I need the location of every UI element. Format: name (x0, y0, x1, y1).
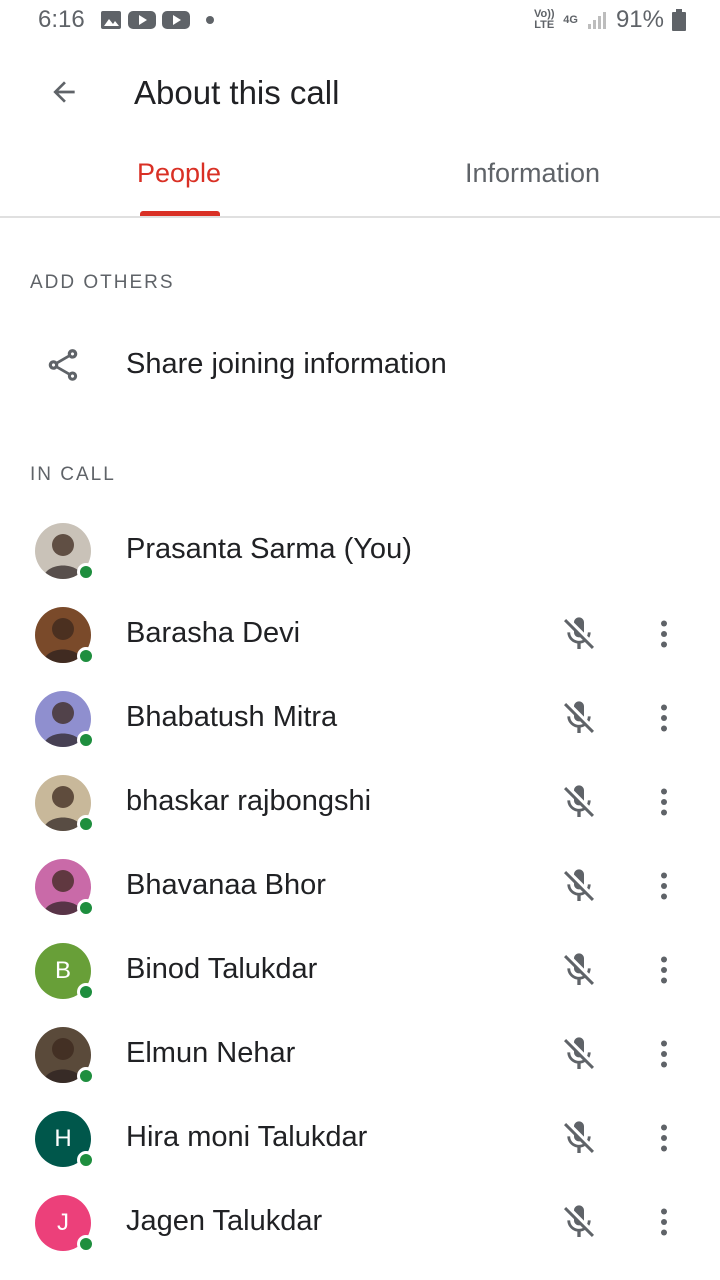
participant-row[interactable]: Bhavanaa Bhor (0, 845, 720, 929)
avatar (35, 775, 95, 833)
more-options-button[interactable] (644, 863, 684, 909)
participant-name: Prasanta Sarma (You) (126, 533, 412, 565)
more-vert-icon (661, 704, 667, 732)
more-options-button[interactable] (644, 1199, 684, 1245)
participant-row[interactable]: Bhabatush Mitra (0, 677, 720, 761)
tab-indicator (140, 211, 220, 216)
participant-row[interactable]: H Hira moni Talukdar (0, 1097, 720, 1181)
participant-name: Binod Talukdar (126, 953, 318, 985)
notification-icons (100, 10, 214, 30)
add-others-header: ADD OTHERS (30, 272, 175, 293)
share-joining-info-label: Share joining information (126, 348, 447, 380)
participant-row[interactable]: Elmun Nehar (0, 1013, 720, 1097)
tab-bar: People Information (0, 144, 720, 218)
mic-off-button[interactable] (556, 695, 602, 741)
more-vert-icon (661, 620, 667, 648)
online-status-icon (77, 815, 95, 833)
participant-name: bhaskar rajbongshi (126, 785, 372, 817)
participant-name: Bhavanaa Bhor (126, 869, 326, 901)
more-notifications-dot-icon (206, 16, 214, 24)
page-title: About this call (134, 74, 340, 111)
online-status-icon (77, 1151, 95, 1169)
mic-off-icon (564, 1037, 594, 1069)
online-status-icon (77, 731, 95, 749)
online-status-icon (77, 1067, 95, 1085)
system-icons: Vo)) LTE 4G 91% (533, 6, 686, 34)
mic-off-icon (564, 1205, 594, 1237)
mic-off-icon (564, 785, 594, 817)
mic-off-button[interactable] (556, 1031, 602, 1077)
share-joining-info-button[interactable]: Share joining information (0, 320, 720, 410)
mic-off-icon (564, 701, 594, 733)
participant-row[interactable]: Prasanta Sarma (You) (0, 509, 720, 593)
online-status-icon (77, 647, 95, 665)
avatar (35, 691, 95, 749)
mic-off-button[interactable] (556, 1115, 602, 1161)
status-bar: 6:16 Vo)) LTE 4G 91% (0, 0, 720, 40)
battery-percent: 91% (615, 6, 664, 33)
avatar: H (35, 1111, 95, 1169)
more-vert-icon (661, 1124, 667, 1152)
more-vert-icon (661, 872, 667, 900)
avatar-initial: B (54, 957, 71, 984)
battery-icon (672, 9, 686, 31)
more-options-button[interactable] (644, 1031, 684, 1077)
status-time: 6:16 (38, 6, 85, 33)
share-icon (48, 349, 78, 381)
online-status-icon (77, 983, 95, 1001)
participant-row[interactable]: J Jagen Talukdar (0, 1181, 720, 1265)
avatar: J (35, 1195, 95, 1253)
tab-people[interactable]: People (137, 158, 221, 189)
youtube-icon-2 (162, 11, 190, 29)
mic-off-icon (564, 617, 594, 649)
participant-name: Bhabatush Mitra (126, 701, 338, 733)
volte-indicator: Vo)) LTE (533, 8, 555, 31)
online-status-icon (77, 563, 95, 581)
gallery-icon (101, 11, 121, 29)
mic-off-button[interactable] (556, 611, 602, 657)
top-app-bar: About this call (0, 40, 720, 144)
network-4g-indicator: 4G (563, 13, 578, 26)
more-vert-icon (661, 956, 667, 984)
avatar (35, 1027, 95, 1085)
mic-off-button[interactable] (556, 863, 602, 909)
avatar (35, 523, 95, 581)
avatar: B (35, 943, 95, 1001)
avatar-initial: J (57, 1209, 69, 1236)
more-vert-icon (661, 788, 667, 816)
participant-row[interactable]: Barasha Devi (0, 593, 720, 677)
in-call-header: IN CALL (30, 464, 116, 485)
mic-off-icon (564, 869, 594, 901)
mic-off-button[interactable] (556, 779, 602, 825)
more-options-button[interactable] (644, 611, 684, 657)
participant-name: Elmun Nehar (126, 1037, 296, 1069)
arrow-back-icon (53, 81, 75, 103)
online-status-icon (77, 899, 95, 917)
avatar (35, 607, 95, 665)
participant-name: Hira moni Talukdar (126, 1121, 368, 1153)
avatar (35, 859, 95, 917)
mic-off-icon (564, 1121, 594, 1153)
more-vert-icon (661, 1040, 667, 1068)
participant-name: Jagen Talukdar (126, 1205, 323, 1237)
tab-information[interactable]: Information (465, 158, 600, 189)
youtube-icon (128, 11, 156, 29)
mic-off-button[interactable] (556, 947, 602, 993)
more-options-button[interactable] (644, 695, 684, 741)
participant-row[interactable]: bhaskar rajbongshi (0, 761, 720, 845)
avatar-initial: H (54, 1125, 72, 1152)
online-status-icon (77, 1235, 95, 1253)
more-vert-icon (661, 1208, 667, 1236)
signal-icon (587, 12, 606, 29)
more-options-button[interactable] (644, 947, 684, 993)
back-button[interactable] (36, 66, 92, 118)
mic-off-icon (564, 953, 594, 985)
mic-off-button[interactable] (556, 1199, 602, 1245)
more-options-button[interactable] (644, 1115, 684, 1161)
participant-name: Barasha Devi (126, 617, 301, 649)
more-options-button[interactable] (644, 779, 684, 825)
participant-row[interactable]: B Binod Talukdar (0, 929, 720, 1013)
